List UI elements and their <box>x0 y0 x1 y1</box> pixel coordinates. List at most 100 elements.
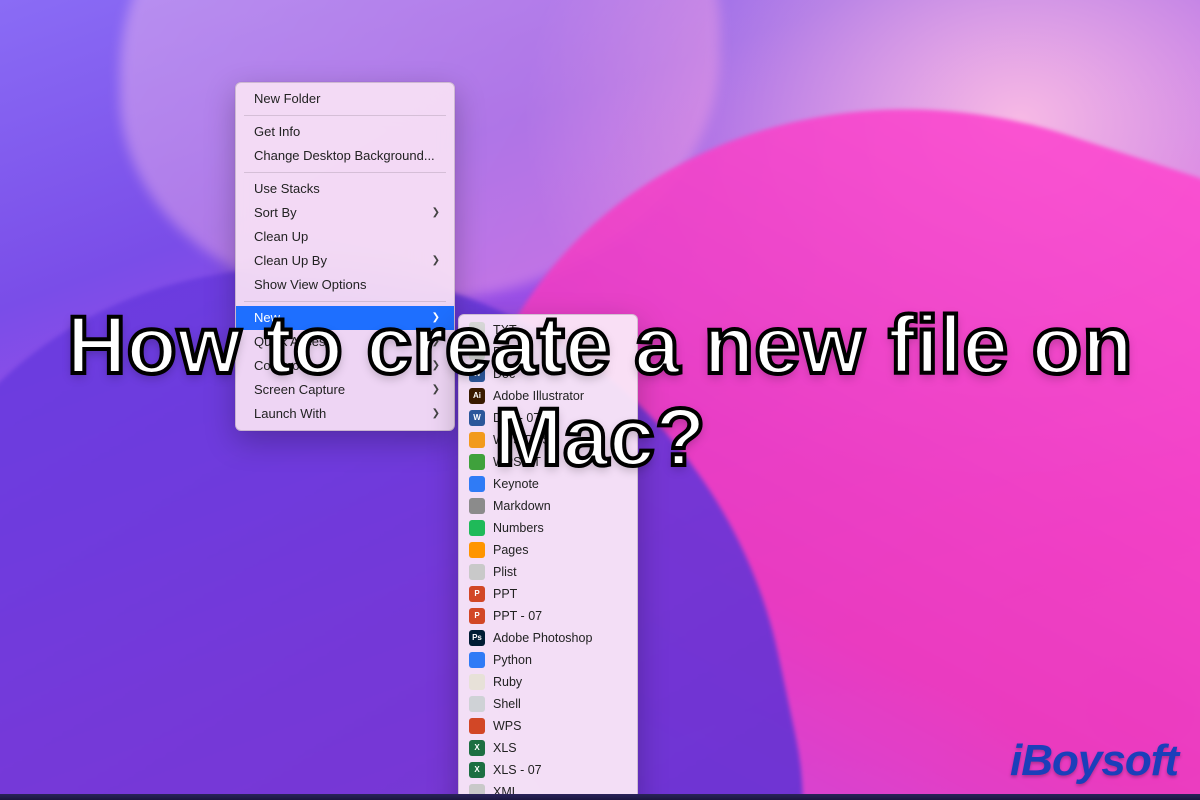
chevron-right-icon: ❯ <box>432 333 440 351</box>
menu-item-quick-access[interactable]: Quick Access ❯ <box>236 330 454 354</box>
menu-item-common[interactable]: Common ❯ <box>236 354 454 378</box>
submenu-item-doc-07[interactable]: W Doc - 07 <box>459 407 637 429</box>
file-icon <box>469 520 485 536</box>
taskbar-edge <box>0 794 1200 800</box>
submenu-item-label: Numbers <box>493 519 544 537</box>
submenu-item-label: Plist <box>493 563 517 581</box>
menu-item-show-view-options[interactable]: Show View Options <box>236 273 454 297</box>
file-icon <box>469 322 485 338</box>
menu-item-label: Clean Up By <box>254 252 327 270</box>
submenu-item-label: Doc - 07 <box>493 409 540 427</box>
submenu-item-plist[interactable]: Plist <box>459 561 637 583</box>
submenu-item-label: Keynote <box>493 475 539 493</box>
submenu-item-label: WPS DPS <box>493 431 551 449</box>
chevron-right-icon: ❯ <box>432 381 440 399</box>
menu-separator <box>244 301 446 302</box>
watermark-text: Boysoft <box>1021 736 1178 785</box>
file-icon: W <box>469 410 485 426</box>
menu-item-label: Launch With <box>254 405 326 423</box>
submenu-item-wps-dps[interactable]: WPS DPS <box>459 429 637 451</box>
menu-item-change-desktop-background[interactable]: Change Desktop Background... <box>236 144 454 168</box>
file-icon <box>469 454 485 470</box>
menu-separator <box>244 172 446 173</box>
file-icon: W <box>469 366 485 382</box>
menu-item-new-folder[interactable]: New Folder <box>236 87 454 111</box>
menu-item-label: Sort By <box>254 204 297 222</box>
submenu-item-photoshop[interactable]: Ps Adobe Photoshop <box>459 627 637 649</box>
chevron-right-icon: ❯ <box>432 357 440 375</box>
submenu-item-label: Adobe Illustrator <box>493 387 584 405</box>
submenu-item-label: Markdown <box>493 497 551 515</box>
file-icon <box>469 564 485 580</box>
menu-item-label: New Folder <box>254 90 320 108</box>
submenu-item-ppt[interactable]: P PPT <box>459 583 637 605</box>
file-icon <box>469 718 485 734</box>
submenu-item-label: Adobe Photoshop <box>493 629 592 647</box>
file-icon: X <box>469 740 485 756</box>
file-icon: X <box>469 762 485 778</box>
file-icon <box>469 498 485 514</box>
submenu-item-xls-07[interactable]: X XLS - 07 <box>459 759 637 781</box>
menu-item-label: New <box>254 309 280 327</box>
new-file-submenu: TXT RTF W Doc Ai Adobe Illustrator W Doc - … <box>458 314 638 800</box>
submenu-item-keynote[interactable]: Keynote <box>459 473 637 495</box>
submenu-item-label: XLS <box>493 739 517 757</box>
menu-item-new[interactable]: New ❯ <box>236 306 454 330</box>
submenu-item-python[interactable]: Python <box>459 649 637 671</box>
file-icon: Ai <box>469 388 485 404</box>
submenu-item-label: Pages <box>493 541 528 559</box>
submenu-item-label: XLS - 07 <box>493 761 542 779</box>
submenu-item-numbers[interactable]: Numbers <box>459 517 637 539</box>
submenu-item-wps-et[interactable]: WPS ET <box>459 451 637 473</box>
submenu-item-label: PPT <box>493 585 517 603</box>
file-icon <box>469 696 485 712</box>
chevron-right-icon: ❯ <box>432 309 440 327</box>
menu-item-sort-by[interactable]: Sort By ❯ <box>236 201 454 225</box>
submenu-item-shell[interactable]: Shell <box>459 693 637 715</box>
submenu-item-ppt-07[interactable]: P PPT - 07 <box>459 605 637 627</box>
submenu-item-pages[interactable]: Pages <box>459 539 637 561</box>
menu-item-get-info[interactable]: Get Info <box>236 120 454 144</box>
submenu-item-ruby[interactable]: Ruby <box>459 671 637 693</box>
file-icon: P <box>469 586 485 602</box>
chevron-right-icon: ❯ <box>432 204 440 222</box>
file-icon <box>469 652 485 668</box>
submenu-item-label: Shell <box>493 695 521 713</box>
menu-item-clean-up[interactable]: Clean Up <box>236 225 454 249</box>
submenu-item-label: PPT - 07 <box>493 607 542 625</box>
context-menu: New Folder Get Info Change Desktop Backg… <box>235 82 455 431</box>
menu-item-label: Clean Up <box>254 228 308 246</box>
file-icon <box>469 432 485 448</box>
submenu-item-label: Python <box>493 651 532 669</box>
menu-item-label: Quick Access <box>254 333 332 351</box>
submenu-item-markdown[interactable]: Markdown <box>459 495 637 517</box>
submenu-item-label: RTF <box>493 343 517 361</box>
watermark-logo: iBoysoft <box>1010 736 1178 786</box>
desktop-wallpaper[interactable]: New Folder Get Info Change Desktop Backg… <box>0 0 1200 800</box>
menu-item-label: Get Info <box>254 123 300 141</box>
submenu-item-rtf[interactable]: RTF <box>459 341 637 363</box>
menu-item-clean-up-by[interactable]: Clean Up By ❯ <box>236 249 454 273</box>
submenu-item-label: WPS ET <box>493 453 541 471</box>
submenu-item-ai[interactable]: Ai Adobe Illustrator <box>459 385 637 407</box>
file-icon <box>469 344 485 360</box>
chevron-right-icon: ❯ <box>432 405 440 423</box>
menu-item-label: Show View Options <box>254 276 367 294</box>
menu-item-label: Use Stacks <box>254 180 320 198</box>
chevron-right-icon: ❯ <box>432 252 440 270</box>
file-icon <box>469 542 485 558</box>
menu-separator <box>244 115 446 116</box>
menu-item-screen-capture[interactable]: Screen Capture ❯ <box>236 378 454 402</box>
submenu-item-label: Ruby <box>493 673 522 691</box>
file-icon <box>469 476 485 492</box>
submenu-item-doc[interactable]: W Doc <box>459 363 637 385</box>
file-icon <box>469 674 485 690</box>
file-icon: P <box>469 608 485 624</box>
submenu-item-xls[interactable]: X XLS <box>459 737 637 759</box>
menu-item-launch-with[interactable]: Launch With ❯ <box>236 402 454 426</box>
submenu-item-label: Doc <box>493 365 515 383</box>
submenu-item-txt[interactable]: TXT <box>459 319 637 341</box>
menu-item-use-stacks[interactable]: Use Stacks <box>236 177 454 201</box>
submenu-item-wps[interactable]: WPS <box>459 715 637 737</box>
file-icon: Ps <box>469 630 485 646</box>
